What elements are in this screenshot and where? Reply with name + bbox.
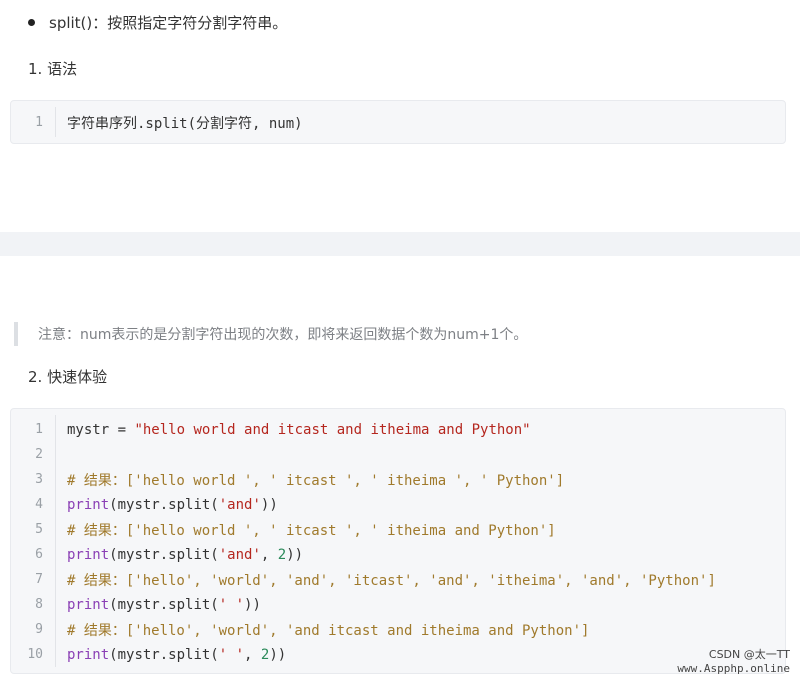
- line-number-gutter: [55, 107, 56, 137]
- watermark: CSDN @太一TT www.Aspphp.online: [677, 648, 790, 676]
- code-token: )): [244, 596, 261, 613]
- code-line: 3 # 结果：['hello world ', ' itcast ', ' ith…: [11, 467, 785, 492]
- code-token: ,: [260, 546, 278, 563]
- line-number: 5: [35, 522, 43, 537]
- code-line: 9 # 结果：['hello', 'world', 'and itcast and…: [11, 617, 785, 642]
- watermark-line2: www.Aspphp.online: [677, 662, 790, 675]
- code-line: 8 print(mystr.split(' ')): [11, 592, 785, 617]
- code-token: )): [269, 646, 287, 663]
- code-token: ,: [244, 646, 261, 663]
- code-token: ' ': [218, 646, 245, 663]
- code-token: (mystr.split(: [109, 646, 219, 663]
- line-number-gutter: [55, 415, 56, 667]
- line-number: 9: [35, 622, 43, 637]
- code-token: )): [286, 546, 304, 563]
- line-number: 2: [35, 447, 43, 462]
- code-text: 字符串序列.split(分割字符, num): [67, 115, 303, 132]
- code-text: # 结果：['hello world ', ' itcast ', ' ithe…: [55, 470, 564, 490]
- code-line: 5 # 结果：['hello world ', ' itcast ', ' ith…: [11, 517, 785, 542]
- line-number: 4: [35, 497, 43, 512]
- code-token: 2: [277, 546, 287, 563]
- code-token: ' ': [218, 596, 245, 613]
- code-token: print: [67, 596, 110, 613]
- syntax-code-block: 1 字符串序列.split(分割字符, num): [10, 100, 786, 144]
- code-token: print: [67, 546, 110, 563]
- code-token: # 结果：['hello', 'world', 'and', 'itcast',…: [67, 572, 716, 589]
- note-blockquote: 注意：num表示的是分割字符出现的次数，即将来返回数据个数为num+1个。: [14, 322, 527, 346]
- code-text: # 结果：['hello', 'world', 'and itcast and …: [55, 620, 589, 640]
- line-number: 1: [35, 422, 43, 437]
- code-line: 6 print(mystr.split('and', 2)): [11, 542, 785, 567]
- code-token: print: [67, 496, 110, 513]
- code-token: (mystr.split(: [109, 496, 219, 513]
- code-token: # 结果：['hello', 'world', 'and itcast and …: [67, 622, 590, 639]
- code-text: print(mystr.split(' ')): [55, 597, 261, 613]
- example-code-block: 1 mystr = "hello world and itcast and ith…: [10, 408, 786, 674]
- code-text: print(mystr.split(' ', 2)): [55, 647, 286, 663]
- code-token: "hello world and itcast and itheima and …: [134, 421, 531, 438]
- line-number: 1: [35, 115, 43, 130]
- code-token: 'and': [218, 546, 261, 563]
- code-text: # 结果：['hello world ', ' itcast ', ' ithe…: [55, 520, 556, 540]
- line-number: 8: [35, 597, 43, 612]
- line-number: 3: [35, 472, 43, 487]
- code-line: 4 print(mystr.split('and')): [11, 492, 785, 517]
- code-token: (mystr.split(: [109, 596, 219, 613]
- code-text: # 结果：['hello', 'world', 'and', 'itcast',…: [55, 570, 716, 590]
- line-number: 7: [35, 572, 43, 587]
- code-line: 7 # 结果：['hello', 'world', 'and', 'itcast'…: [11, 567, 785, 592]
- code-line: 10 print(mystr.split(' ', 2)): [11, 642, 785, 667]
- code-token: (mystr.split(: [109, 546, 219, 563]
- code-token: 'and': [218, 496, 261, 513]
- code-text: print(mystr.split('and')): [55, 497, 278, 513]
- line-number: 10: [27, 647, 43, 662]
- code-line: 2: [11, 442, 785, 467]
- code-line: 1 mystr = "hello world and itcast and ith…: [11, 417, 785, 442]
- bullet-item: split()：按照指定字符分割字符串。: [28, 12, 287, 33]
- code-text: print(mystr.split('and', 2)): [55, 547, 303, 563]
- code-token: )): [260, 496, 278, 513]
- bullet-dot-icon: [28, 19, 35, 26]
- code-token: # 结果：['hello world ', ' itcast ', ' ithe…: [67, 472, 565, 489]
- heading-quick-demo: 2. 快速体验: [28, 368, 108, 386]
- code-line: 1 字符串序列.split(分割字符, num): [11, 110, 785, 135]
- line-number: 6: [35, 547, 43, 562]
- section-divider-band: [0, 232, 800, 256]
- code-token: print: [67, 646, 110, 663]
- watermark-line1: CSDN @太一TT: [708, 648, 790, 661]
- code-token: mystr =: [67, 421, 135, 438]
- code-text: mystr = "hello world and itcast and ithe…: [55, 422, 531, 438]
- heading-syntax: 1. 语法: [28, 60, 78, 78]
- bullet-text: split()：按照指定字符分割字符串。: [49, 14, 288, 32]
- code-token: # 结果：['hello world ', ' itcast ', ' ithe…: [67, 522, 556, 539]
